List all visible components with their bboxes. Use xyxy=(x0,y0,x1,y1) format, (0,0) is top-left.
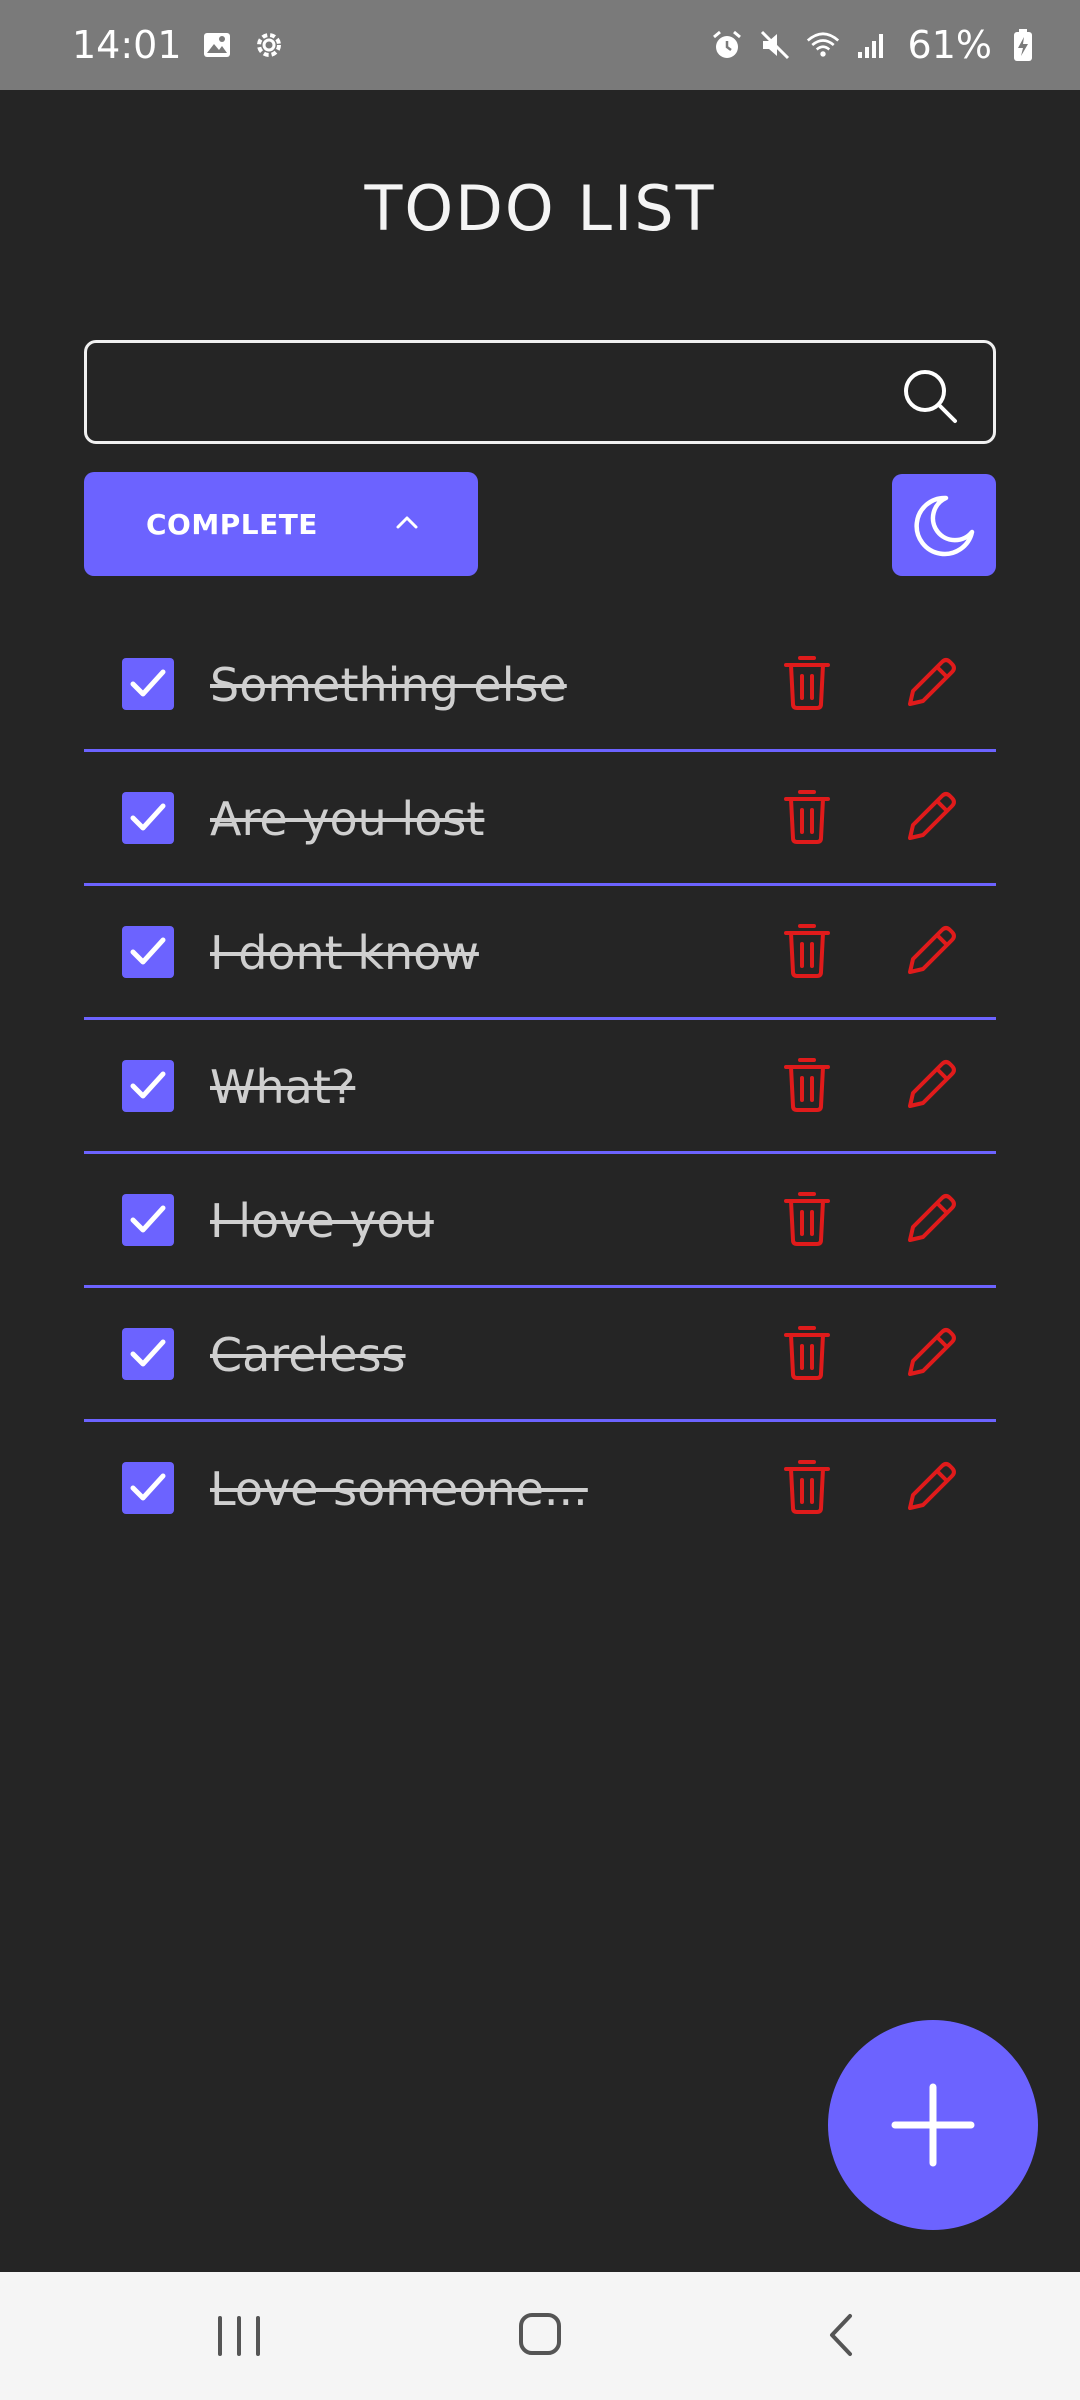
todo-item: Careless xyxy=(84,1288,996,1422)
search-box[interactable] xyxy=(84,340,996,444)
pencil-icon[interactable] xyxy=(904,922,960,978)
todo-item: What? xyxy=(84,1020,996,1154)
todo-checkbox[interactable] xyxy=(122,1328,174,1380)
todo-text: Something else xyxy=(210,658,567,712)
trash-icon[interactable] xyxy=(782,1056,832,1114)
battery-percent: 61% xyxy=(907,23,992,67)
todo-text: I love you xyxy=(210,1194,434,1248)
todo-item: Love someone... xyxy=(84,1422,996,1556)
pencil-icon[interactable] xyxy=(904,788,960,844)
page-title: TODO LIST xyxy=(364,171,716,245)
trash-icon[interactable] xyxy=(782,1190,832,1248)
todo-text: What? xyxy=(210,1060,356,1114)
alarm-icon xyxy=(710,28,744,62)
add-todo-button[interactable] xyxy=(828,2020,1038,2230)
mute-icon xyxy=(758,28,792,62)
pencil-icon[interactable] xyxy=(904,1458,960,1514)
todo-text: Careless xyxy=(210,1328,406,1382)
theme-toggle-button[interactable] xyxy=(892,474,996,576)
trash-icon[interactable] xyxy=(782,1458,832,1516)
pencil-icon[interactable] xyxy=(904,1056,960,1112)
status-time: 14:01 xyxy=(72,23,182,67)
todo-checkbox[interactable] xyxy=(122,926,174,978)
trash-icon[interactable] xyxy=(782,654,832,712)
todo-text: I dont know xyxy=(210,926,479,980)
moon-icon xyxy=(912,494,976,558)
status-right: 61% xyxy=(710,23,1040,67)
todo-item: I love you xyxy=(84,1154,996,1288)
filter-dropdown[interactable]: COMPLETE xyxy=(84,472,478,576)
todo-item: I dont know xyxy=(84,886,996,1020)
search-icon[interactable] xyxy=(901,367,959,425)
todo-item: Are you lost xyxy=(84,752,996,886)
pencil-icon[interactable] xyxy=(904,654,960,710)
todo-checkbox[interactable] xyxy=(122,658,174,710)
todo-checkbox[interactable] xyxy=(122,792,174,844)
todo-text: Love someone... xyxy=(210,1462,588,1516)
recent-apps-icon[interactable] xyxy=(212,2312,266,2360)
status-bar: 14:01 61% xyxy=(0,0,1080,90)
filter-label: COMPLETE xyxy=(146,507,318,541)
home-icon[interactable] xyxy=(516,2310,564,2358)
pencil-icon[interactable] xyxy=(904,1324,960,1380)
pencil-icon[interactable] xyxy=(904,1190,960,1246)
battery-charging-icon xyxy=(1006,28,1040,62)
todo-checkbox[interactable] xyxy=(122,1060,174,1112)
trash-icon[interactable] xyxy=(782,788,832,846)
todo-item: Something else xyxy=(84,618,996,752)
todo-checkbox[interactable] xyxy=(122,1462,174,1514)
search-input[interactable] xyxy=(107,353,931,435)
todo-checkbox[interactable] xyxy=(122,1194,174,1246)
signal-icon xyxy=(854,28,888,62)
todo-list: Something else Are you lost I dont know … xyxy=(84,618,996,1556)
chevron-up-icon xyxy=(392,508,422,538)
back-icon[interactable] xyxy=(822,2310,862,2360)
plus-icon xyxy=(889,2081,977,2169)
image-icon xyxy=(200,28,234,62)
wifi-icon xyxy=(806,28,840,62)
settings-gear-icon xyxy=(252,28,286,62)
trash-icon[interactable] xyxy=(782,922,832,980)
todo-text: Are you lost xyxy=(210,792,485,846)
system-nav-bar xyxy=(0,2272,1080,2400)
trash-icon[interactable] xyxy=(782,1324,832,1382)
status-left: 14:01 xyxy=(72,23,286,67)
